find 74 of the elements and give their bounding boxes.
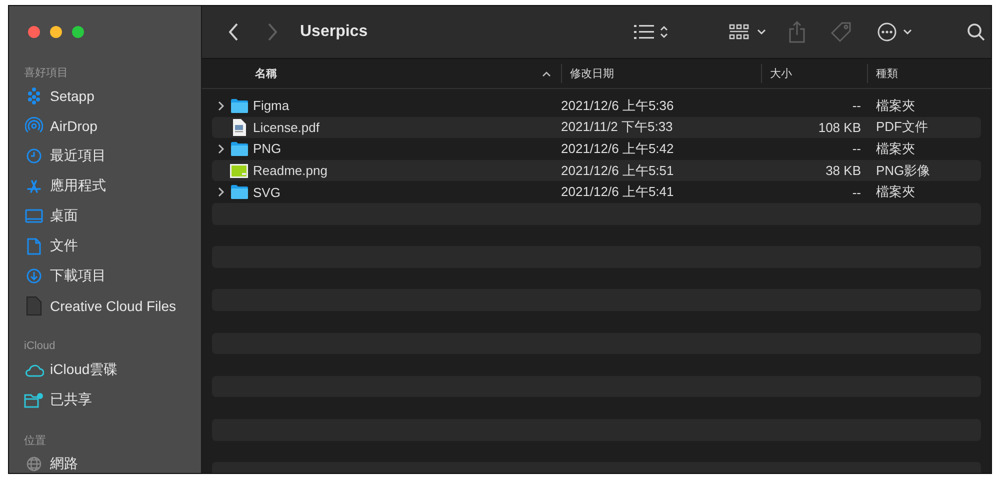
- file-name: Readme.png: [253, 163, 328, 178]
- pdf-file-icon: [232, 118, 246, 136]
- modified-date: 2021/11/2 下午5:33: [561, 119, 673, 134]
- sidebar-item[interactable]: Setapp: [9, 81, 98, 111]
- file-size: 38 KB: [826, 163, 861, 178]
- file-kind: PDF文件: [876, 119, 928, 134]
- file-row[interactable]: SVG 2021/12/6 上午5:41 -- 檔案夾: [212, 181, 981, 203]
- sidebar-item[interactable]: iCloud雲碟: [9, 355, 122, 385]
- sidebar-item[interactable]: AirDrop: [9, 111, 102, 141]
- document-icon: [27, 238, 41, 254]
- sidebar-item[interactable]: 文件: [9, 231, 82, 261]
- file-kind: 檔案夾: [876, 184, 915, 200]
- section-header: 喜好項目: [23, 66, 68, 80]
- modified-date: 2021/12/6 上午5:36: [561, 98, 674, 113]
- cloud-icon: [24, 363, 44, 377]
- file-name: SVG: [253, 184, 280, 200]
- zoom-button[interactable]: [72, 26, 84, 38]
- column-header[interactable]: 名稱: [202, 64, 561, 83]
- desktop-icon: [25, 209, 43, 223]
- modified-date: 2021/12/6 上午5:41: [561, 184, 674, 200]
- airdrop-icon: [25, 117, 43, 135]
- sidebar-item[interactable]: 最近項目: [9, 141, 110, 171]
- folder-icon: [230, 185, 248, 200]
- close-button[interactable]: [28, 26, 40, 38]
- disclosure-icon[interactable]: [218, 187, 225, 198]
- download-icon: [26, 268, 42, 284]
- apps-icon: [26, 178, 42, 194]
- globe-icon: [26, 456, 42, 472]
- column-header[interactable]: 種類: [867, 64, 991, 83]
- window-title: Userpics: [300, 23, 368, 41]
- column-header[interactable]: 大小: [761, 64, 867, 83]
- folder-icon: [230, 142, 248, 156]
- file-row[interactable]: License.pdf 2021/11/2 下午5:33 108 KB PDF文件: [212, 116, 981, 138]
- grid-icon: [728, 24, 748, 40]
- file-name: License.pdf: [253, 120, 320, 135]
- file-row[interactable]: Figma 2021/12/6 上午5:36 -- 檔案夾: [212, 95, 981, 117]
- folder-icon: [230, 98, 248, 113]
- more-button[interactable]: [875, 20, 913, 44]
- file-row[interactable]: PNG 2021/12/6 上午5:42 -- 檔案夾: [212, 138, 981, 160]
- file-size: --: [852, 184, 861, 200]
- sidebar-item[interactable]: Creative Cloud Files: [9, 291, 180, 321]
- dots-icon: [27, 87, 41, 105]
- file-size: 108 KB: [818, 120, 861, 135]
- sidebar-item[interactable]: 下載項目: [9, 261, 110, 291]
- sidebar-item[interactable]: 應用程式: [9, 171, 110, 201]
- file-row[interactable]: Readme.png 2021/12/6 上午5:51 38 KB PNG影像: [212, 160, 981, 182]
- caret-icon: [756, 29, 766, 35]
- clock-icon: [26, 148, 42, 164]
- modified-date: 2021/12/6 上午5:42: [561, 140, 674, 156]
- file-kind: PNG影像: [876, 162, 930, 178]
- modified-date: 2021/12/6 上午5:51: [561, 162, 674, 178]
- document-icon: [26, 296, 42, 316]
- caret-icon: [902, 29, 912, 35]
- column-header[interactable]: 修改日期: [561, 64, 761, 83]
- section-header: 位置: [23, 434, 46, 448]
- section-header: iCloud: [23, 339, 56, 354]
- disclosure-icon[interactable]: [218, 100, 225, 111]
- file-kind: 檔案夾: [876, 98, 915, 113]
- minimize-button[interactable]: [50, 26, 62, 38]
- disclosure-icon[interactable]: [218, 144, 225, 154]
- shared-folder-icon: [24, 392, 44, 408]
- up-down-chevron-icon: [660, 25, 668, 39]
- file-name: Figma: [253, 98, 290, 114]
- sidebar-item[interactable]: 桌面: [9, 201, 82, 231]
- file-size: --: [852, 98, 861, 114]
- sidebar-item[interactable]: 已共享: [9, 385, 96, 415]
- file-size: --: [852, 141, 861, 156]
- list-icon: [634, 25, 654, 39]
- file-kind: 檔案夾: [876, 140, 915, 156]
- image-file-icon: [230, 164, 248, 178]
- sidebar-item[interactable]: 網路: [9, 449, 82, 473]
- ellipsis-circle-icon: [876, 22, 896, 42]
- sort-ascending-icon: [542, 70, 551, 76]
- file-name: PNG: [253, 141, 282, 156]
